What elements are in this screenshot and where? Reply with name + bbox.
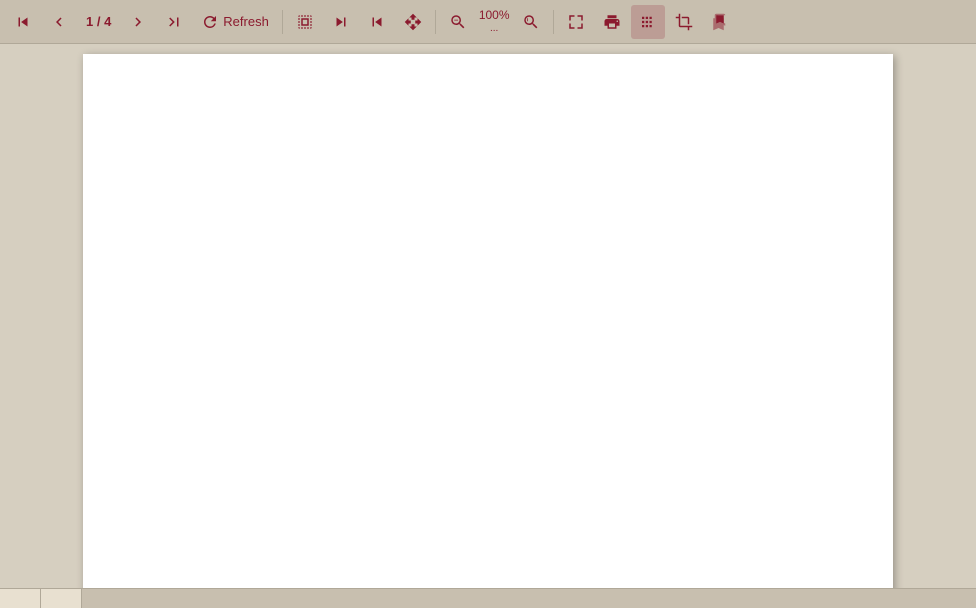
bottom-tab-2[interactable] <box>41 589 82 608</box>
toolbar-separator-2 <box>435 10 436 34</box>
pan-left-button[interactable] <box>324 5 358 39</box>
thumbnail-button[interactable] <box>631 5 665 39</box>
refresh-label: Refresh <box>223 14 269 29</box>
last-page-icon <box>165 13 183 31</box>
crop-icon <box>675 13 693 31</box>
print-button[interactable] <box>595 5 629 39</box>
thumbnail-icon <box>639 13 657 31</box>
pan-left-icon <box>332 13 350 31</box>
content-area <box>0 44 976 588</box>
fit-page-button[interactable] <box>559 5 593 39</box>
fit-page-icon <box>567 13 585 31</box>
zoom-in-icon <box>522 13 540 31</box>
select-text-icon <box>296 13 314 31</box>
bookmarks-button[interactable] <box>703 5 737 39</box>
move-icon <box>404 13 422 31</box>
zoom-out-icon <box>449 13 467 31</box>
refresh-icon <box>201 13 219 31</box>
page-indicator: 1 / 4 <box>78 14 119 29</box>
prev-page-button[interactable] <box>42 5 76 39</box>
toolbar-separator-1 <box>282 10 283 34</box>
bookmarks-icon <box>711 13 729 31</box>
next-page-icon <box>129 13 147 31</box>
bottom-tab-1[interactable] <box>0 589 41 608</box>
prev-page-icon <box>50 13 68 31</box>
zoom-in-button[interactable] <box>514 5 548 39</box>
zoom-indicator: 100% ... <box>477 9 512 33</box>
toolbar-separator-3 <box>553 10 554 34</box>
next-page-button[interactable] <box>121 5 155 39</box>
first-page-icon <box>14 13 32 31</box>
zoom-out-button[interactable] <box>441 5 475 39</box>
pan-right-button[interactable] <box>360 5 394 39</box>
select-text-button[interactable] <box>288 5 322 39</box>
pan-right-icon <box>368 13 386 31</box>
document-page <box>83 54 893 588</box>
print-icon <box>603 13 621 31</box>
bottom-bar <box>0 588 976 608</box>
last-page-button[interactable] <box>157 5 191 39</box>
move-button[interactable] <box>396 5 430 39</box>
refresh-button[interactable]: Refresh <box>193 9 277 35</box>
crop-button[interactable] <box>667 5 701 39</box>
toolbar: 1 / 4 Refresh <box>0 0 976 44</box>
first-page-button[interactable] <box>6 5 40 39</box>
